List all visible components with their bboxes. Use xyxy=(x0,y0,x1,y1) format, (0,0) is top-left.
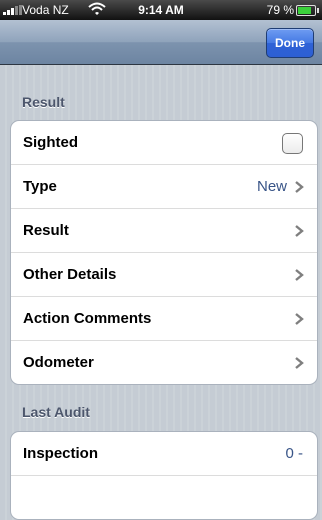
chevron-right-icon xyxy=(295,225,304,237)
row-label: Odometer xyxy=(23,354,94,371)
row-odometer[interactable]: Odometer xyxy=(11,341,317,384)
row-other-details[interactable]: Other Details xyxy=(11,253,317,297)
row-value: 0 - xyxy=(285,445,303,462)
row-value: New xyxy=(256,178,287,195)
chevron-right-icon xyxy=(295,181,304,193)
row-label: Sighted xyxy=(23,134,78,151)
result-group: Sighted Type New Result Other Details Ac… xyxy=(10,120,318,385)
status-bar: Voda NZ 9:14 AM 79 % xyxy=(0,0,322,20)
row-label: Type xyxy=(23,178,57,195)
row-label: Other Details xyxy=(23,266,117,283)
battery-icon xyxy=(296,5,319,16)
row-label: Result xyxy=(23,222,69,239)
navigation-bar: Done xyxy=(0,20,322,65)
chevron-right-icon xyxy=(295,313,304,325)
row-sighted[interactable]: Sighted xyxy=(11,121,317,165)
section-header-last-audit: Last Audit xyxy=(22,404,90,420)
row-action-comments[interactable]: Action Comments xyxy=(11,297,317,341)
row-label: Inspection xyxy=(23,445,99,462)
table-row[interactable] xyxy=(11,476,317,519)
row-label: Action Comments xyxy=(23,310,152,327)
row-inspection[interactable]: Inspection 0 - xyxy=(11,432,317,476)
section-header-result: Result xyxy=(22,94,65,110)
chevron-right-icon xyxy=(295,357,304,369)
row-result[interactable]: Result xyxy=(11,209,317,253)
row-type[interactable]: Type New xyxy=(11,165,317,209)
last-audit-group: Inspection 0 - xyxy=(10,431,318,520)
done-button[interactable]: Done xyxy=(266,28,314,58)
battery-percentage: 79 % xyxy=(266,3,294,17)
chevron-right-icon xyxy=(295,269,304,281)
sighted-checkbox[interactable] xyxy=(282,133,303,154)
